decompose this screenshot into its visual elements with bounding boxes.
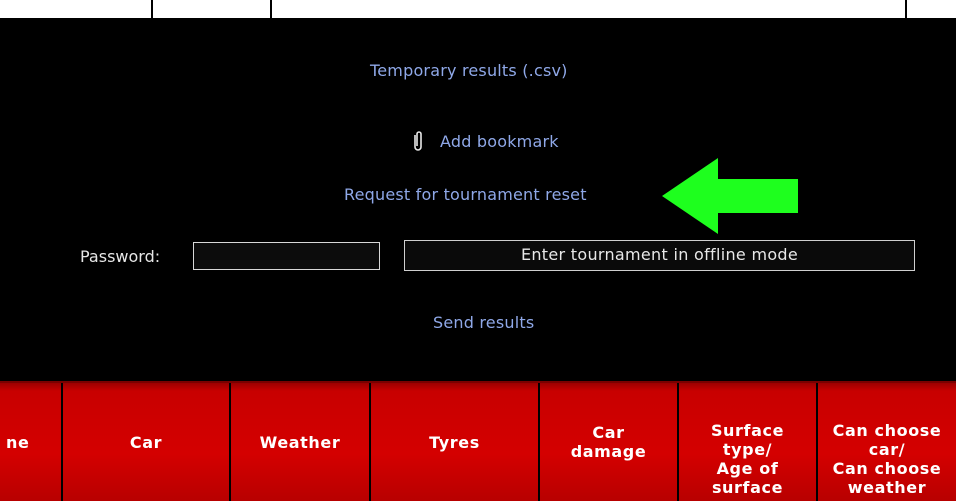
column-header-weather[interactable]: Weather [231,383,369,501]
table-header-row: ne Car Weather Tyres Car damage Surface … [0,381,956,501]
temporary-results-link[interactable]: Temporary results (.csv) [370,61,568,80]
send-results-link[interactable]: Send results [433,313,534,332]
column-header-surface[interactable]: Surface type/ Age of surface [679,383,816,501]
enter-offline-mode-button[interactable]: Enter tournament in offline mode [404,240,915,271]
tournament-reset-link[interactable]: Request for tournament reset [344,185,587,204]
frame-divider [905,0,907,18]
green-arrow-icon [662,158,798,234]
frame-divider [270,0,272,18]
column-header-car-damage[interactable]: Car damage [540,383,677,501]
column-header-can-choose[interactable]: Can choose car/ Can choose weather [818,383,956,501]
password-input[interactable] [193,242,380,270]
password-label: Password: [80,247,161,266]
column-header-car[interactable]: Car [63,383,229,501]
add-bookmark-link[interactable]: Add bookmark [440,132,559,151]
top-frame-strip [0,0,956,18]
paperclip-icon [411,130,425,152]
frame-divider [151,0,153,18]
column-header-tyres[interactable]: Tyres [371,383,538,501]
column-header-name[interactable]: ne [0,383,61,501]
